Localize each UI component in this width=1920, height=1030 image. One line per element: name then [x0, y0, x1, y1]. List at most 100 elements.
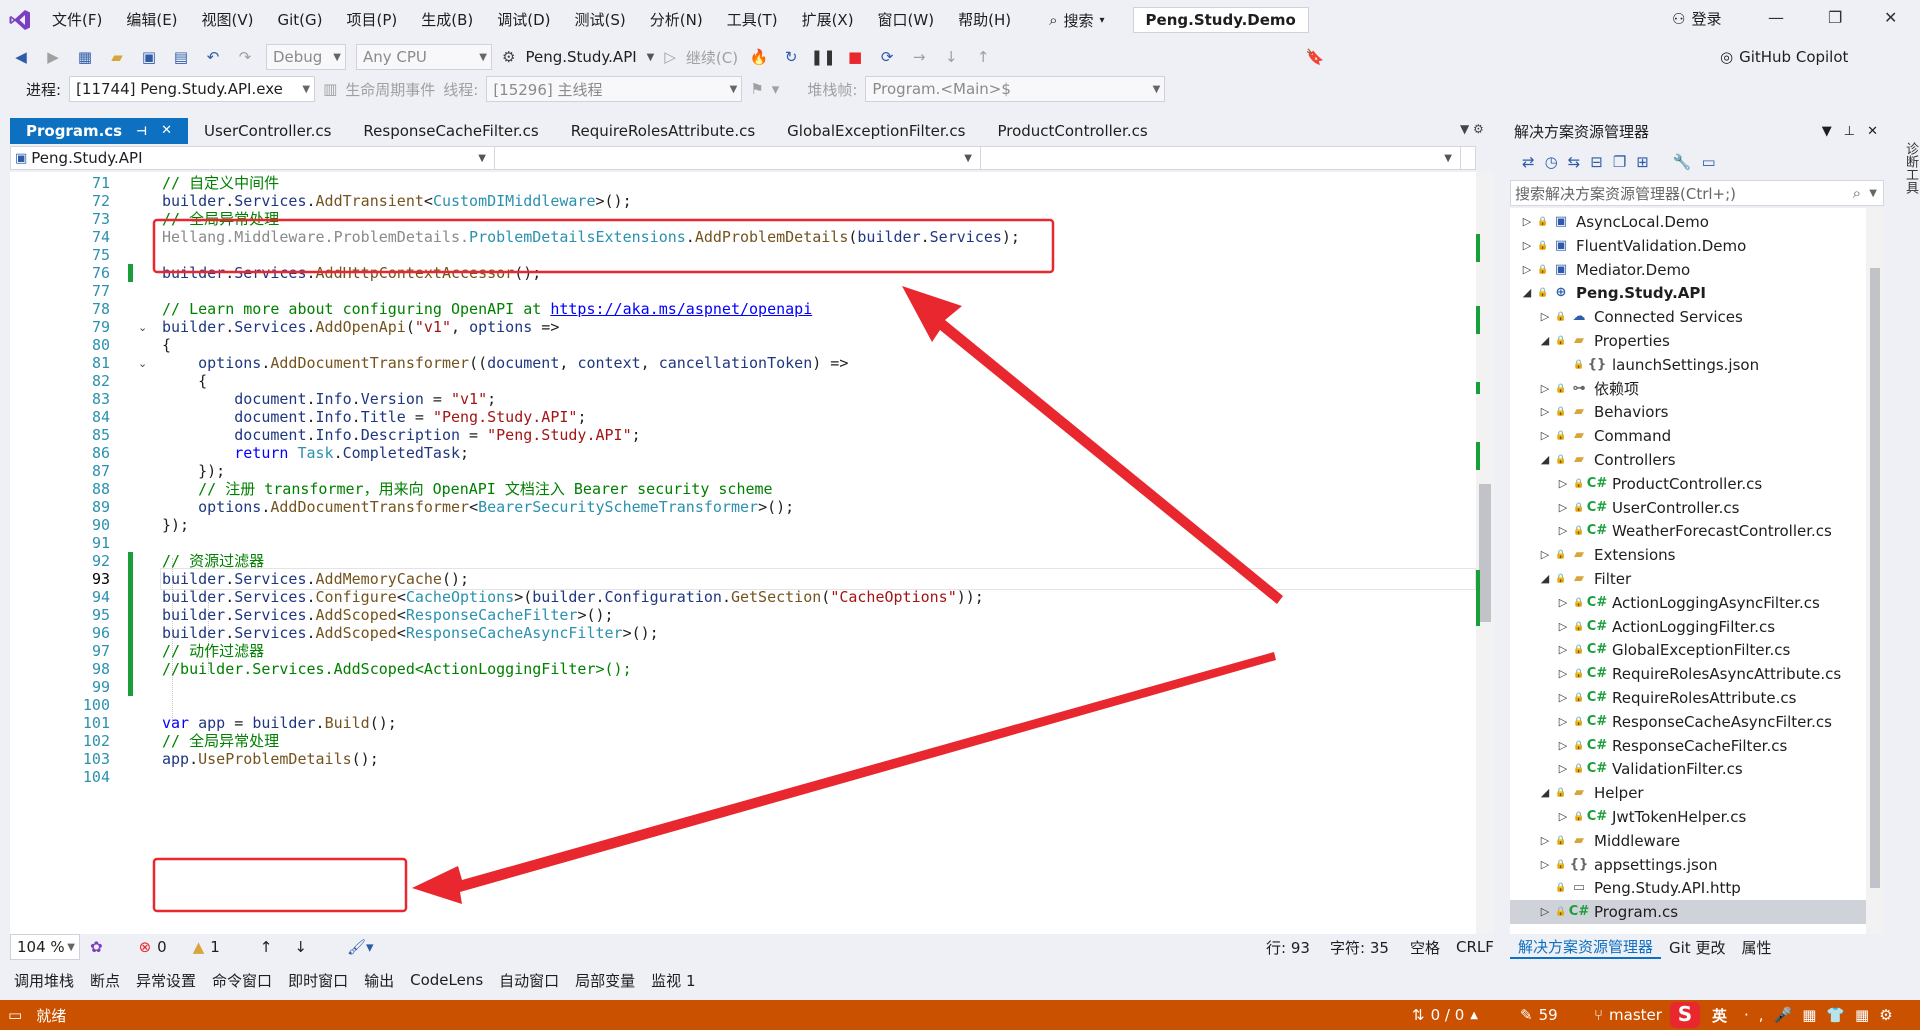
expand-toggle-icon[interactable]: ▷: [1518, 210, 1536, 234]
next-issue-icon[interactable]: ↓: [294, 938, 307, 956]
process-select[interactable]: [11744] Peng.Study.API.exe ▼: [69, 76, 316, 102]
code-token[interactable]: https://aka.ms/aspnet/openapi: [550, 300, 812, 318]
stop-icon[interactable]: ■: [844, 46, 866, 68]
previous-issue-icon[interactable]: ↑: [260, 938, 273, 956]
tree-item[interactable]: ▷ 🔒 ▰ Behaviors: [1510, 400, 1866, 424]
startup-project-button[interactable]: Peng.Study.API: [525, 48, 636, 66]
column-indicator[interactable]: 字符: 35: [1330, 937, 1389, 958]
expand-toggle-icon[interactable]: ▷: [1536, 853, 1554, 877]
type-navigation-select[interactable]: ▼: [495, 147, 981, 169]
error-count[interactable]: 0: [157, 938, 167, 956]
pin-icon[interactable]: ⊣: [136, 118, 147, 144]
tree-item[interactable]: ▷ 🔒 C# WeatherForecastController.cs: [1510, 519, 1866, 543]
configuration-select[interactable]: Debug ▼: [266, 44, 346, 70]
tree-item[interactable]: ▷ 🔒 C# ResponseCacheAsyncFilter.cs: [1510, 710, 1866, 734]
tree-item[interactable]: ▷ 🔒{} appsettings.json: [1510, 853, 1866, 877]
expand-toggle-icon[interactable]: ▷: [1536, 400, 1554, 424]
expand-toggle-icon[interactable]: ▷: [1536, 829, 1554, 853]
chevron-down-icon[interactable]: ▼: [1822, 124, 1832, 139]
fold-toggle-icon[interactable]: ⌄: [138, 357, 147, 370]
solution-tree[interactable]: ▷ 🔒 ▣ AsyncLocal.Demo ▷ 🔒 ▣ FluentValidation.De…: [1510, 208, 1884, 934]
tree-item[interactable]: ◢ 🔒 ▰ Properties: [1510, 329, 1866, 353]
expand-toggle-icon[interactable]: ▷: [1554, 472, 1572, 496]
expand-toggle-icon[interactable]: ▷: [1554, 591, 1572, 615]
switch-views-icon[interactable]: ⇆: [1568, 153, 1581, 171]
error-icon[interactable]: ⊗: [139, 938, 152, 956]
expand-toggle-icon[interactable]: ◢: [1536, 329, 1554, 353]
forward-icon[interactable]: ▶: [42, 46, 64, 68]
tree-item[interactable]: ▷ 🔒 ▣ FluentValidation.Demo: [1510, 234, 1866, 258]
tool-tab-5[interactable]: 输出: [358, 970, 400, 991]
tree-item[interactable]: ▷ 🔒 C# RequireRolesAsyncAttribute.cs: [1510, 662, 1866, 686]
tree-item[interactable]: ▷ 🔒 ▰ Extensions: [1510, 543, 1866, 567]
close-icon[interactable]: ✕: [1884, 8, 1897, 27]
intellicode-icon[interactable]: ✿: [90, 938, 103, 956]
se-tab-1[interactable]: Git 更改: [1661, 937, 1733, 958]
tree-item[interactable]: ▷ 🔒 C# ActionLoggingAsyncFilter.cs: [1510, 591, 1866, 615]
collapse-all-icon[interactable]: ⊟: [1590, 153, 1603, 171]
zoom-select[interactable]: 104 % ▼: [10, 934, 80, 960]
tree-item[interactable]: ▷ 🔒 ▣ AsyncLocal.Demo: [1510, 210, 1866, 234]
tool-tab-2[interactable]: 异常设置: [130, 970, 202, 991]
menu-item-8[interactable]: 分析(N): [638, 0, 715, 40]
save-all-icon[interactable]: ▤: [170, 46, 192, 68]
menu-item-0[interactable]: 文件(F): [40, 0, 114, 40]
sogou-ime-icon[interactable]: S: [1670, 1002, 1700, 1028]
expand-toggle-icon[interactable]: ◢: [1518, 281, 1536, 305]
tree-item[interactable]: 🔒{} launchSettings.json: [1510, 353, 1866, 377]
pin-icon[interactable]: ⊥: [1844, 124, 1855, 139]
step-over-icon[interactable]: →: [908, 46, 930, 68]
new-project-icon[interactable]: ▦: [74, 46, 96, 68]
step-into-icon[interactable]: ↓: [940, 46, 962, 68]
menu-item-10[interactable]: 扩展(X): [790, 0, 866, 40]
tree-item[interactable]: ◢ 🔒 ▰ Controllers: [1510, 448, 1866, 472]
tool-tab-4[interactable]: 即时窗口: [282, 970, 354, 991]
tab-1[interactable]: UserController.cs: [188, 118, 347, 144]
menu-item-1[interactable]: 编辑(E): [114, 0, 189, 40]
code-line[interactable]: });: [162, 514, 189, 536]
expand-toggle-icon[interactable]: ▷: [1554, 662, 1572, 686]
menu-item-6[interactable]: 调试(D): [485, 0, 562, 40]
open-folder-icon[interactable]: ▰: [106, 46, 128, 68]
expand-toggle-icon[interactable]: ▷: [1554, 615, 1572, 639]
scrollbar-thumb[interactable]: [1870, 268, 1880, 888]
pending-edits[interactable]: ✎ 59: [1520, 1006, 1558, 1024]
search-button[interactable]: ⌕ 搜索 ▾: [1039, 6, 1114, 34]
tree-item[interactable]: ▷ 🔒 C# ProductController.cs: [1510, 472, 1866, 496]
whitespace-indicator[interactable]: 空格: [1410, 937, 1440, 958]
branch-button[interactable]: ⑂ master: [1594, 1006, 1662, 1024]
code-line[interactable]: builder.Services.AddOpenApi("v1", option…: [162, 316, 559, 338]
redo-icon[interactable]: ↷: [234, 46, 256, 68]
tree-item[interactable]: ▷ 🔒 ▣ Mediator.Demo: [1510, 258, 1866, 282]
step-out-icon[interactable]: ↑: [972, 46, 994, 68]
diagnostic-tools-tab[interactable]: 诊断工具: [1890, 118, 1920, 218]
chevron-down-icon[interactable]: ▼: [1869, 188, 1877, 199]
warning-count[interactable]: 1: [210, 938, 220, 956]
platform-select[interactable]: Any CPU ▼: [356, 44, 492, 70]
ime-tools-icon[interactable]: ·,🎤▦👕▦⚙: [1744, 1006, 1903, 1024]
login-button[interactable]: ⚇ 登录: [1672, 8, 1721, 29]
expand-toggle-icon[interactable]: ◢: [1536, 448, 1554, 472]
code-line[interactable]: options.AddDocumentTransformer<BearerSec…: [162, 496, 794, 518]
menu-item-3[interactable]: Git(G): [266, 0, 335, 40]
member-navigation-select[interactable]: ▼: [981, 147, 1461, 169]
save-icon[interactable]: ▣: [138, 46, 160, 68]
preview-icon[interactable]: ▭: [1702, 153, 1716, 171]
tab-3[interactable]: RequireRolesAttribute.cs: [555, 118, 771, 144]
code-line[interactable]: app.UseProblemDetails();: [162, 748, 379, 770]
warning-icon[interactable]: ▲: [193, 938, 205, 956]
code-line[interactable]: Hellang.Middleware.ProblemDetails.Proble…: [162, 226, 1020, 248]
copy-icon[interactable]: ❐: [1613, 153, 1626, 171]
tab-5[interactable]: ProductController.cs: [981, 118, 1163, 144]
tool-tab-6[interactable]: CodeLens: [404, 971, 489, 989]
tree-item[interactable]: ▷ 🔒 ▰ Middleware: [1510, 829, 1866, 853]
se-tab-0[interactable]: 解决方案资源管理器: [1510, 936, 1662, 959]
history-icon[interactable]: ◷: [1545, 153, 1558, 171]
expand-toggle-icon[interactable]: ▷: [1518, 258, 1536, 282]
expand-toggle-icon[interactable]: ▷: [1536, 900, 1554, 924]
tree-item[interactable]: ▷ 🔒 C# JwtTokenHelper.cs: [1510, 805, 1866, 829]
tool-tab-1[interactable]: 断点: [84, 970, 126, 991]
sync-icon[interactable]: ⇄: [1522, 153, 1535, 171]
tree-item[interactable]: ◢ 🔒 ⊕ Peng.Study.API: [1510, 281, 1866, 305]
menu-item-11[interactable]: 窗口(W): [866, 0, 947, 40]
